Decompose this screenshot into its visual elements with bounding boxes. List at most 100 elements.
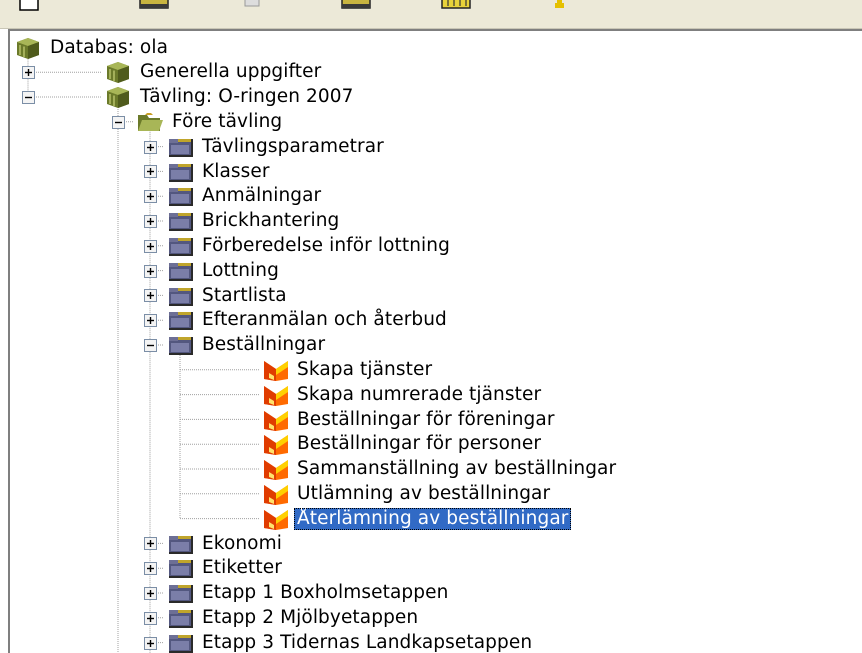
tree-node[interactable]: Klasser [166, 159, 273, 184]
collapse-minus-icon[interactable] [22, 91, 35, 104]
tree-node-label: Etiketter [202, 557, 282, 579]
tree-node[interactable]: Utlämning av beställningar [261, 481, 553, 506]
tree-node-label: Etapp 3 Tidernas Landkapsetappen [202, 631, 533, 653]
expand-plus-icon[interactable] [144, 314, 157, 328]
tree-node[interactable]: Anmälningar [166, 184, 324, 209]
tree-node[interactable]: Brickhantering [166, 209, 342, 234]
tree-node-label: Sammanställning av beställningar [297, 458, 617, 480]
tree-node[interactable]: Generella uppgifter [104, 60, 324, 85]
expand-plus-icon[interactable] [144, 140, 157, 154]
print-icon[interactable] [242, 0, 262, 12]
tree-node-label: Lottning [202, 259, 279, 281]
tree-node-label: Etapp 1 Boxholmsetappen [202, 582, 449, 604]
function-icon [264, 410, 288, 431]
folder-icon [169, 287, 193, 306]
expand-plus-icon[interactable] [144, 289, 157, 303]
tree-node-label: Skapa tjänster [297, 358, 433, 380]
tree-node-label: Beställningar för föreningar [297, 408, 555, 430]
expand-plus-icon[interactable] [144, 264, 157, 278]
tree-node-label: Efteranmälan och återbud [202, 309, 447, 331]
collapse-minus-icon[interactable] [144, 339, 157, 352]
folder-icon [169, 163, 193, 182]
database-icon [107, 62, 129, 84]
tree-node[interactable]: Etapp 3 Tidernas Landkapsetappen [166, 630, 535, 653]
tree-node[interactable]: Skapa tjänster [261, 357, 435, 382]
function-icon [264, 509, 288, 530]
tree-node-label: Generella uppgifter [140, 61, 322, 83]
tree-node[interactable]: Förberedelse inför lottning [166, 233, 453, 258]
function-icon [264, 460, 288, 481]
tree-node-label: Utlämning av beställningar [297, 482, 551, 504]
edit-icon[interactable] [340, 0, 374, 12]
tree-node-label: Beställningar för personer [297, 433, 542, 455]
key-icon[interactable] [552, 0, 568, 12]
folder-icon [169, 188, 193, 207]
tree-node[interactable]: Databas: ola [14, 35, 171, 60]
tree-node[interactable]: Etiketter [166, 556, 285, 581]
toolbar [0, 0, 862, 29]
expand-plus-icon[interactable] [144, 562, 157, 576]
folder-icon [169, 337, 193, 356]
database-icon [17, 37, 39, 59]
tree-node-label: Databas: ola [50, 36, 168, 58]
open-folder-icon [138, 112, 163, 131]
tree-node-label: Startlista [202, 284, 287, 306]
expand-plus-icon[interactable] [144, 611, 157, 625]
function-icon [264, 385, 288, 406]
tree-view[interactable]: Databas: ola Generella uppgifter Tävling: … [8, 29, 862, 653]
tree-node-label: Återlämning av beställningar [294, 507, 572, 530]
table-icon[interactable] [440, 0, 474, 12]
tree-node[interactable]: Skapa numrerade tjänster [261, 382, 544, 407]
tree-node-label: Ekonomi [202, 532, 282, 554]
folder-icon [169, 213, 193, 232]
folder-icon [169, 312, 193, 331]
tree-node[interactable]: Före tävling [136, 109, 285, 134]
folder-icon [169, 609, 193, 628]
function-icon [264, 484, 288, 505]
tree-node[interactable]: Tävling: O-ringen 2007 [104, 85, 357, 110]
folder-icon [169, 585, 193, 604]
tree-node[interactable]: Etapp 1 Boxholmsetappen [166, 581, 451, 606]
tree-node-label: Före tävling [172, 110, 283, 132]
tree-node-label: Anmälningar [202, 185, 322, 207]
expand-plus-icon[interactable] [144, 537, 157, 551]
tree-node[interactable]: Beställningar för personer [261, 432, 544, 457]
tree-node[interactable]: Sammanställning av beställningar [261, 457, 619, 482]
expand-plus-icon[interactable] [144, 587, 157, 600]
expand-plus-icon[interactable] [144, 165, 157, 179]
expand-plus-icon[interactable] [144, 215, 157, 228]
tree-node[interactable]: Ekonomi [166, 531, 285, 556]
folder-icon [169, 560, 193, 579]
tree-node-label: Etapp 2 Mjölbyetappen [202, 606, 419, 628]
tree-node-label: Tävling: O-ringen 2007 [140, 86, 354, 108]
tree-node[interactable]: Återlämning av beställningar [261, 506, 572, 531]
folder-icon [169, 535, 193, 554]
tree-node-label: Förberedelse inför lottning [202, 234, 450, 256]
expand-plus-icon[interactable] [22, 66, 35, 80]
tree-node[interactable]: Tävlingsparametrar [166, 134, 387, 159]
tree-node-label: Tävlingsparametrar [202, 135, 384, 157]
expand-plus-icon[interactable] [144, 239, 157, 253]
tree-node[interactable]: Startlista [166, 283, 290, 308]
folder-icon [169, 634, 193, 653]
collapse-minus-icon[interactable] [112, 115, 125, 129]
folder-icon [169, 262, 193, 281]
tree-node[interactable]: Beställningar [166, 333, 328, 358]
tree-node-label: Beställningar [202, 334, 326, 356]
tree-node[interactable]: Beställningar för föreningar [261, 407, 558, 432]
expand-plus-icon[interactable] [144, 190, 157, 204]
function-icon [264, 360, 288, 381]
tree-node[interactable]: Efteranmälan och återbud [166, 308, 450, 333]
blank-page-icon[interactable] [18, 0, 40, 12]
expand-plus-icon[interactable] [144, 636, 157, 650]
tree-node-label: Klasser [202, 160, 270, 182]
function-icon [264, 435, 288, 456]
tree-node-label: Brickhantering [202, 210, 340, 232]
folder-icon[interactable] [138, 0, 172, 12]
folder-icon [169, 138, 193, 157]
folder-icon [169, 237, 193, 256]
tree-node[interactable]: Etapp 2 Mjölbyetappen [166, 605, 421, 630]
tree-node-label: Skapa numrerade tjänster [297, 383, 542, 405]
tree-node[interactable]: Lottning [166, 258, 282, 283]
database-icon [107, 87, 129, 109]
